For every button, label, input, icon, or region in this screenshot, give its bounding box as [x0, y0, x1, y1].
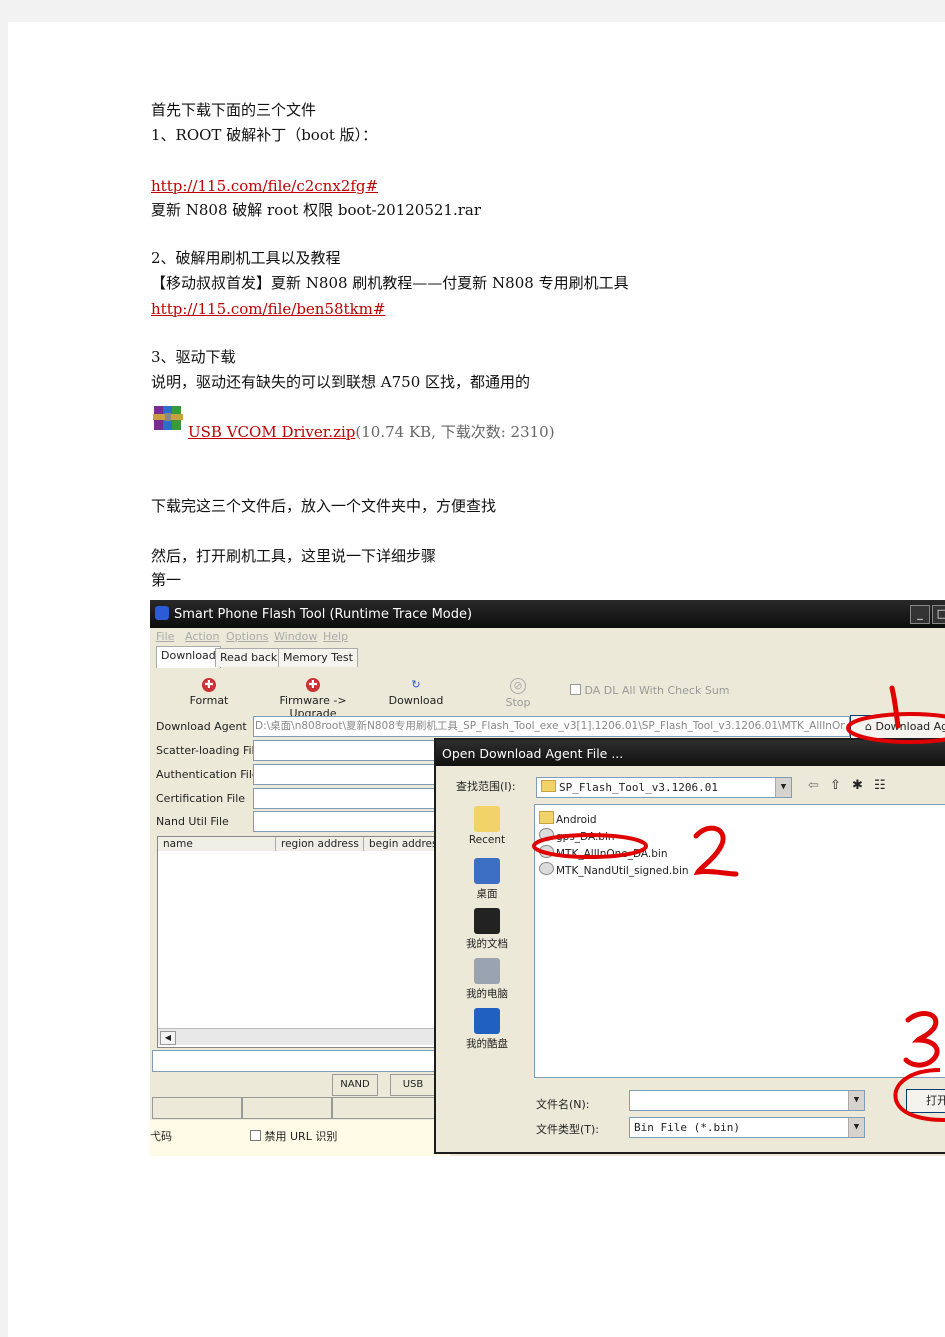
item2-title: 2、破解用刷机工具以及教程	[151, 249, 341, 267]
item3-link[interactable]: USB VCOM Driver.zip	[188, 423, 355, 441]
item2-desc: 【移动叔叔首发】夏新 N808 刷机教程——付夏新 N808 专用刷机工具	[151, 274, 629, 292]
after-download-text: 下载完这三个文件后，放入一个文件夹中，方便查找	[151, 497, 497, 515]
then-text: 然后，打开刷机工具，这里说一下详细步骤	[151, 547, 437, 565]
item1-link[interactable]: http://115.com/file/c2cnx2fg#	[151, 174, 378, 198]
annotation-number-1	[889, 685, 901, 729]
item3-meta: (10.74 KB, 下载次数: 2310)	[355, 423, 555, 441]
step1-text: 第一	[151, 571, 182, 589]
flash-tool-screenshot: Smart Phone Flash Tool (Runtime Trace Mo…	[150, 600, 945, 1156]
item1-title: 1、ROOT 破解补丁（boot 版）：	[151, 126, 378, 144]
item2-link[interactable]: http://115.com/file/ben58tkm#	[151, 297, 385, 321]
winrar-archive-icon	[152, 402, 186, 434]
annotation-number-3	[903, 1011, 940, 1068]
annotation-circle-2	[532, 833, 648, 859]
item3-desc: 说明，驱动还有缺失的可以到联想 A750 区找，都通用的	[151, 373, 531, 391]
intro-text: 首先下载下面的三个文件	[151, 101, 317, 119]
annotation-overlay	[532, 685, 945, 1122]
attachment-line: USB VCOM Driver.zip(10.74 KB, 下载次数: 2310…	[188, 420, 555, 444]
annotation-number-2	[693, 825, 739, 877]
annotation-circle-3	[893, 1068, 945, 1122]
item3-title: 3、驱动下载	[151, 348, 236, 366]
item1-file: 夏新 N808 破解 root 权限 boot-20120521.rar	[151, 201, 482, 219]
